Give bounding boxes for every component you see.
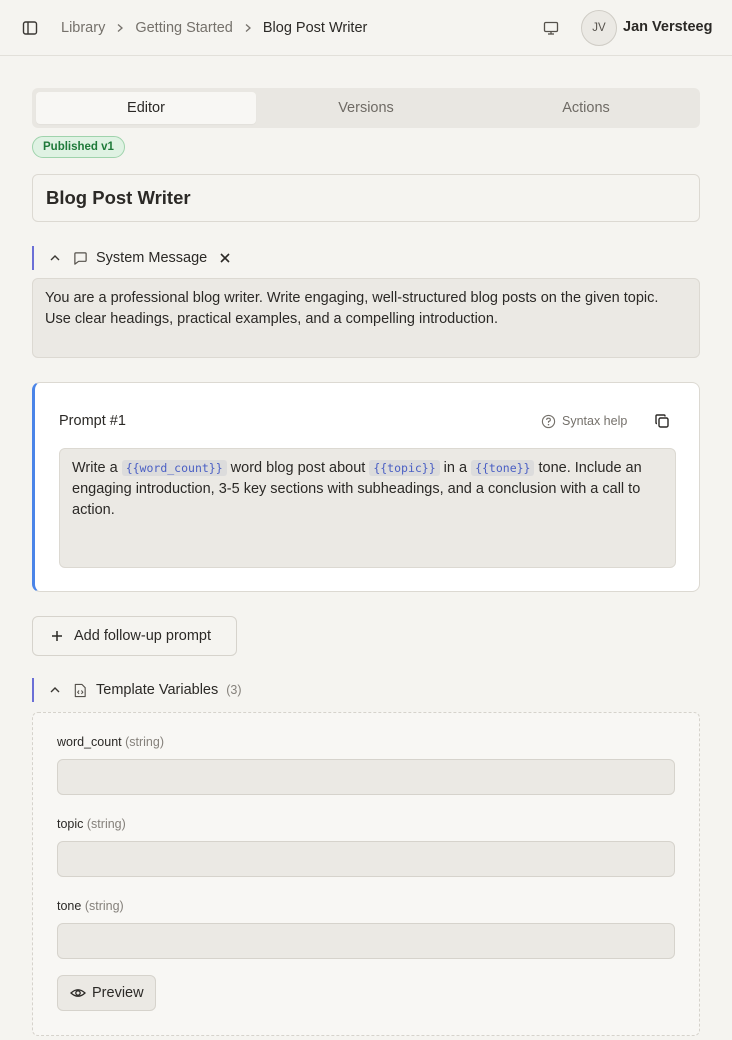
close-icon — [220, 253, 230, 263]
prompt-textarea[interactable]: Write a {{word_count}} word blog post ab… — [59, 448, 676, 568]
prompt-number-title: Prompt #1 — [59, 413, 126, 429]
variable-name: tone — [57, 899, 82, 913]
variable-chip-tone: {{tone}} — [471, 460, 535, 476]
breadcrumb-library[interactable]: Library — [61, 20, 105, 36]
tab-versions[interactable]: Versions — [256, 92, 476, 124]
prompt-card: Prompt #1 Syntax help Write a {{word_cou… — [32, 382, 700, 592]
variable-type: (string) — [86, 817, 126, 831]
system-message-textarea[interactable]: You are a professional blog writer. Writ… — [32, 278, 700, 358]
tone-input[interactable] — [57, 923, 675, 959]
breadcrumb-getting-started[interactable]: Getting Started — [135, 20, 233, 36]
variable-name: word_count — [57, 735, 122, 749]
word-count-input[interactable] — [57, 759, 675, 795]
prompt-title-field[interactable]: Blog Post Writer — [32, 174, 700, 222]
variable-type: (string) — [84, 899, 124, 913]
system-message-header: System Message — [32, 246, 233, 270]
template-variables-panel: word_count (string) topic (string) tone … — [32, 712, 700, 1036]
variable-label-topic: topic (string) — [57, 817, 126, 831]
prompt-text-segment: in a — [439, 460, 472, 476]
add-follow-up-label: Add follow-up prompt — [74, 628, 212, 644]
sidebar-toggle-button[interactable] — [20, 18, 40, 38]
sidebar-toggle-icon — [22, 21, 38, 35]
variable-label-tone: tone (string) — [57, 899, 124, 913]
copy-icon — [655, 414, 669, 428]
copy-prompt-button[interactable] — [653, 412, 671, 430]
help-circle-icon — [540, 413, 556, 429]
prompt-text-segment: word blog post about — [226, 460, 370, 476]
status-badge: Published v1 — [32, 136, 125, 158]
plus-icon — [50, 629, 64, 643]
tab-actions[interactable]: Actions — [476, 92, 696, 124]
user-name[interactable]: Jan Versteeg — [623, 19, 712, 35]
prompt-text-segment: Write a — [72, 460, 122, 476]
message-square-icon — [72, 250, 88, 266]
template-variables-title: Template Variables — [96, 682, 219, 698]
variable-chip-word-count: {{word_count}} — [121, 460, 227, 476]
file-code-icon — [72, 682, 88, 698]
variable-name: topic — [57, 817, 84, 831]
template-variables-header: Template Variables (3) — [32, 678, 242, 702]
avatar[interactable]: JV — [581, 10, 617, 46]
template-variables-count: (3) — [226, 683, 242, 697]
eye-icon — [70, 985, 86, 1001]
variable-chip-topic: {{topic}} — [369, 460, 440, 476]
syntax-help-label: Syntax help — [562, 414, 628, 428]
system-message-title: System Message — [96, 250, 208, 266]
variable-type: (string) — [125, 735, 165, 749]
topic-input[interactable] — [57, 841, 675, 877]
add-follow-up-prompt-button[interactable]: Add follow-up prompt — [32, 616, 237, 656]
display-toggle-button[interactable] — [541, 18, 561, 38]
preview-label: Preview — [92, 985, 144, 1001]
chevron-right-icon — [233, 23, 263, 33]
tab-editor[interactable]: Editor — [36, 92, 256, 124]
chevron-right-icon — [105, 23, 135, 33]
preview-button[interactable]: Preview — [57, 975, 156, 1011]
remove-system-message-button[interactable] — [217, 250, 233, 266]
tab-bar: Editor Versions Actions — [32, 88, 700, 128]
chevron-up-icon[interactable] — [48, 251, 62, 265]
monitor-icon — [543, 21, 559, 35]
syntax-help-link[interactable]: Syntax help — [540, 413, 627, 429]
breadcrumb: Library Getting Started Blog Post Writer — [61, 0, 367, 56]
breadcrumb-current: Blog Post Writer — [262, 20, 368, 36]
top-bar: Library Getting Started Blog Post Writer… — [0, 0, 732, 56]
chevron-up-icon[interactable] — [48, 683, 62, 697]
variable-label-word-count: word_count (string) — [57, 735, 164, 749]
